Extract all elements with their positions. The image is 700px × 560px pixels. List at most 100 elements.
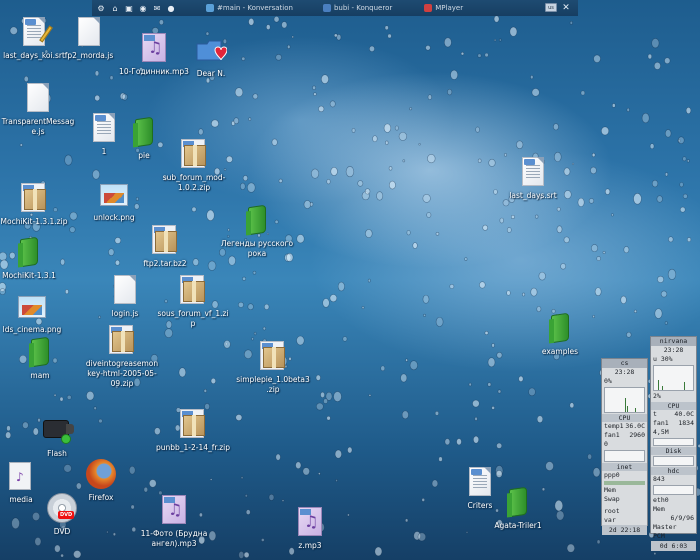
desktop-icon-simplepie[interactable]: simplepie_1.0beta3.zip bbox=[236, 340, 310, 395]
settings-icon[interactable]: ⚙ bbox=[96, 3, 106, 13]
keyboard-layout-indicator[interactable]: us bbox=[545, 3, 557, 12]
package-icon bbox=[24, 189, 46, 210]
desktop-icon-examples[interactable]: examples bbox=[523, 312, 597, 357]
icon-label: simplepie_1.0beta3.zip bbox=[236, 375, 310, 394]
task-konqueror[interactable]: bubi - Konqueror bbox=[319, 1, 396, 15]
fan-value: 2960 bbox=[629, 431, 645, 439]
task-label: MPlayer bbox=[435, 4, 464, 12]
icon-label: mam bbox=[30, 371, 50, 380]
icon-label: lds_cinema.png bbox=[2, 325, 62, 334]
fan-label: fan1 bbox=[653, 419, 669, 427]
home-icon[interactable]: ⌂ bbox=[110, 3, 120, 13]
media-folder-icon: ♪ bbox=[9, 462, 31, 490]
desktop-icon-login[interactable]: login.js bbox=[88, 274, 162, 319]
audio-file-icon: ♫ bbox=[142, 33, 166, 62]
temp-label: temp1 bbox=[604, 422, 624, 430]
hdc-graph bbox=[653, 456, 694, 466]
eth-label: eth0 bbox=[653, 496, 669, 504]
desktop-icon-ftp2[interactable]: ftp2.tar.bz2 bbox=[128, 224, 202, 269]
desktop-icon-mam[interactable]: mam bbox=[3, 336, 77, 381]
icon-label: pie bbox=[138, 151, 150, 160]
monitor-clock: 23:28 bbox=[614, 368, 635, 376]
desktop-icon-mochikit[interactable]: MochiKit-1.3.1 bbox=[0, 236, 66, 281]
desktop-icon-last-days[interactable]: last_days.srt bbox=[496, 156, 570, 201]
icon-label: fp2_morda.js bbox=[64, 51, 114, 60]
icon-label: 1 bbox=[101, 147, 107, 156]
icon-label: MochiKit-1.3.1.zip bbox=[0, 217, 68, 226]
close-icon[interactable]: ✕ bbox=[560, 3, 572, 13]
image-file-icon bbox=[100, 184, 128, 206]
swap-label: Swap bbox=[604, 495, 620, 503]
desktop-icon-sous-forum[interactable]: sous_forum_vf_1.zip bbox=[156, 274, 230, 329]
package-icon bbox=[183, 281, 205, 302]
konqueror-icon bbox=[322, 4, 331, 12]
icon-label: 11-Фото (Брудна ангел).mp3 bbox=[140, 529, 208, 548]
folder-icon bbox=[20, 236, 38, 268]
desktop-icon-z[interactable]: ♫ z.mp3 bbox=[273, 506, 347, 551]
desktop-icon-foto[interactable]: ♫ 11-Фото (Брудна ангел).mp3 bbox=[137, 494, 211, 549]
monitor-clock: 23:28 bbox=[663, 346, 684, 354]
task-label: #main - Konversation bbox=[217, 4, 293, 12]
icon-label: z.mp3 bbox=[298, 541, 322, 550]
desktop-icon-legendy[interactable]: Легенды русского рока bbox=[220, 204, 294, 259]
monitor-hostname: nirvana bbox=[651, 337, 696, 346]
desktop-icon-flash[interactable]: Flash bbox=[20, 414, 94, 459]
cpu-load: u 30% bbox=[653, 355, 673, 363]
desktop-icon-mochikit-zip[interactable]: MochiKit-1.3.1.zip bbox=[0, 182, 71, 227]
root-label: root bbox=[604, 507, 620, 515]
desktop-icon-unlock[interactable]: unlock.png bbox=[77, 178, 151, 223]
script-file-icon bbox=[114, 275, 136, 304]
desktop-icon-diveinto[interactable]: diveintogreasemonkey-html-2005-05-09.zip bbox=[85, 324, 159, 389]
subtitle-file-icon bbox=[23, 17, 53, 46]
package-icon bbox=[184, 145, 206, 166]
icon-label: unlock.png bbox=[93, 213, 135, 222]
uptime: 2d 22:18 bbox=[602, 525, 647, 535]
dvd-badge: DVD bbox=[58, 511, 75, 519]
task-konversation[interactable]: #main - Konversation bbox=[202, 1, 297, 15]
web-icon[interactable]: ◉ bbox=[138, 3, 148, 13]
desktop-icon-sub-forum[interactable]: sub_forum_mod-1.0.2.zip bbox=[157, 138, 231, 193]
cpu-graph bbox=[604, 387, 645, 413]
icon-label: DVD bbox=[53, 527, 71, 536]
mplayer-icon bbox=[424, 4, 433, 12]
desktop-icon-dear[interactable]: Dear N. bbox=[174, 34, 248, 79]
disk-graph bbox=[653, 438, 694, 446]
mem-label: Mem bbox=[604, 486, 616, 494]
inet-label: inet bbox=[602, 463, 647, 471]
globe-icon[interactable]: ● bbox=[166, 3, 176, 13]
icon-label: TransparentMessage.js bbox=[1, 117, 75, 136]
icon-label: punbb_1-2-14_fr.zip bbox=[156, 443, 230, 452]
package-icon bbox=[112, 331, 134, 352]
ppp-bar bbox=[604, 481, 645, 485]
cpu-label: CPU bbox=[651, 402, 696, 410]
desktop-icon-lds-cinema[interactable]: lds_cinema.png bbox=[0, 290, 69, 335]
desktop-icon-transparent-message[interactable]: TransparentMessage.js bbox=[1, 82, 75, 137]
icon-label: sous_forum_vf_1.zip bbox=[157, 309, 229, 328]
cpu-percent: 0% bbox=[604, 377, 612, 385]
fan-value: 1834 bbox=[678, 419, 694, 427]
inet-graph bbox=[604, 450, 645, 462]
desktop-icon-dvd[interactable]: DVD DVD bbox=[25, 492, 99, 537]
desktop-icon-agata[interactable]: Agata-Triler1 bbox=[481, 486, 555, 531]
desktop-icon-punbb[interactable]: punbb_1-2-14_fr.zip bbox=[156, 408, 230, 453]
temp-value: 40.0C bbox=[674, 410, 694, 418]
script-file-icon bbox=[27, 83, 49, 112]
disk-value: 4,5M bbox=[653, 428, 669, 436]
folder-icon bbox=[135, 116, 153, 148]
hdc-label: hdc bbox=[651, 467, 696, 475]
cpu-graph bbox=[653, 365, 694, 391]
temp-label: t bbox=[653, 410, 657, 418]
terminal-icon[interactable]: ▣ bbox=[124, 3, 134, 13]
mem-value: 6/9/96 bbox=[670, 514, 694, 522]
temp-value: 36.0C bbox=[625, 422, 645, 430]
fan-label: fan1 bbox=[604, 431, 620, 439]
cpu-label: CPU bbox=[602, 414, 647, 422]
email-icon[interactable]: ✉ bbox=[152, 3, 162, 13]
folder-icon bbox=[509, 486, 527, 518]
icon-label: sub_forum_mod-1.0.2.zip bbox=[162, 173, 226, 192]
desktop-icon-fp2-morda[interactable]: fp2_morda.js bbox=[52, 16, 126, 61]
package-icon bbox=[183, 415, 205, 436]
disk-label: Disk bbox=[651, 447, 696, 455]
icon-label: login.js bbox=[111, 309, 139, 318]
task-mplayer[interactable]: MPlayer bbox=[420, 1, 467, 15]
